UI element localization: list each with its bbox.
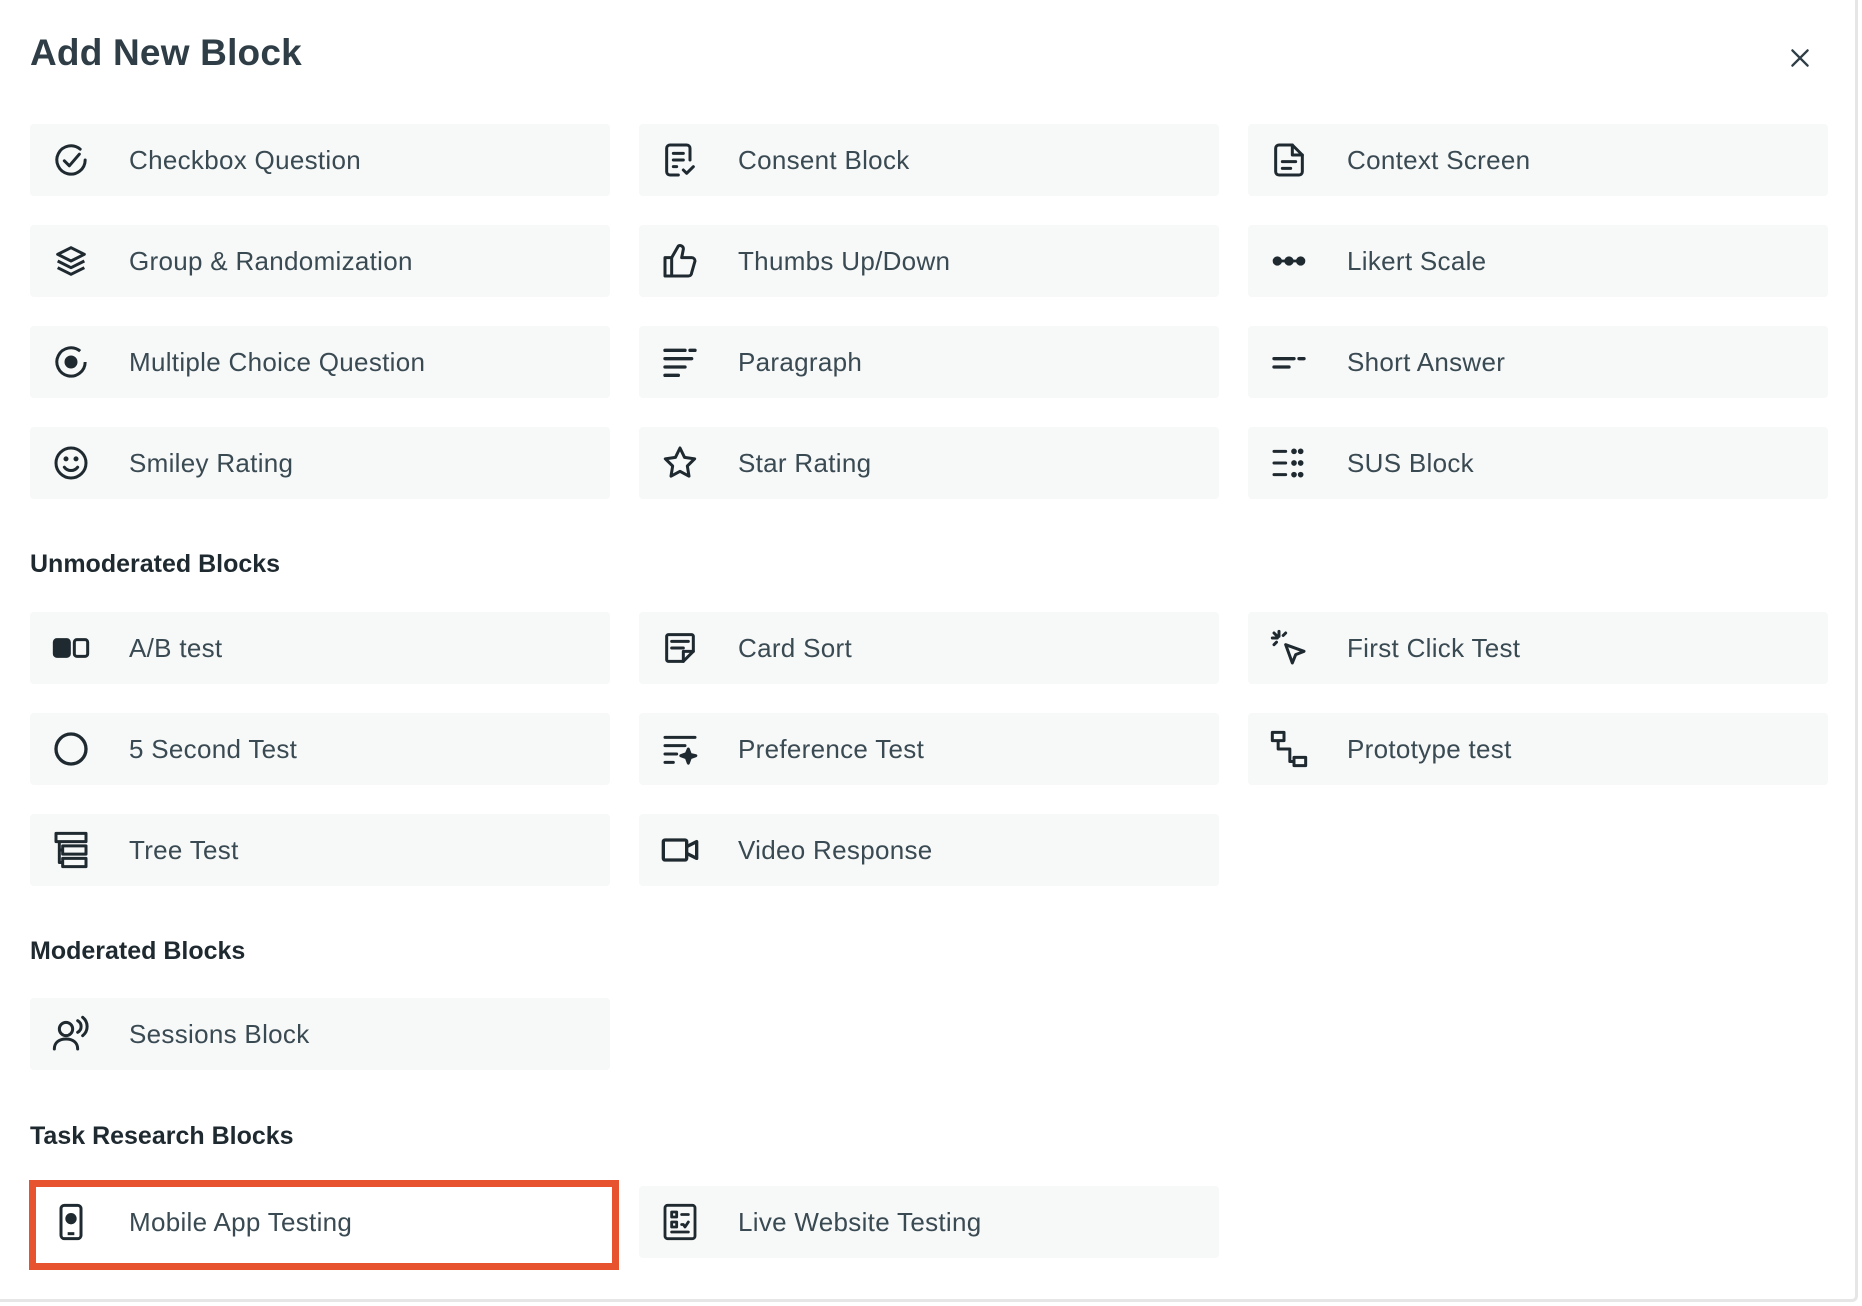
add-block-modal: Add New Block Checkbox Question Consent … <box>0 0 1858 1302</box>
block-label: Multiple Choice Question <box>129 346 426 377</box>
section-title-unmoderated: Unmoderated Blocks <box>30 550 281 578</box>
block-label: Thumbs Up/Down <box>738 245 951 276</box>
block-sus[interactable]: SUS Block <box>1248 427 1828 499</box>
block-label: Tree Test <box>129 834 239 865</box>
layers-icon <box>50 240 92 282</box>
block-label: 5 Second Test <box>129 733 298 764</box>
block-5-second-test[interactable]: 5 Second Test <box>30 713 610 785</box>
block-likert-scale[interactable]: Likert Scale <box>1248 225 1828 297</box>
block-label: Paragraph <box>738 346 863 377</box>
close-button[interactable] <box>1780 38 1820 78</box>
block-prototype-test[interactable]: Prototype test <box>1248 713 1828 785</box>
unmoderated-blocks-grid: A/B test Card Sort First Click Test 5 Se… <box>30 612 1828 886</box>
block-label: Preference Test <box>738 733 925 764</box>
block-label: Group & Randomization <box>129 245 413 276</box>
block-star-rating[interactable]: Star Rating <box>639 427 1219 499</box>
block-video-response[interactable]: Video Response <box>639 814 1219 886</box>
block-label: Sessions Block <box>129 1018 310 1049</box>
block-tree-test[interactable]: Tree Test <box>30 814 610 886</box>
short-answer-icon <box>1268 341 1310 383</box>
block-mobile-app-testing[interactable]: Mobile App Testing <box>30 1186 610 1258</box>
video-icon <box>659 829 701 871</box>
dots-line-icon <box>1268 240 1310 282</box>
check-circle-icon <box>50 139 92 181</box>
block-label: Likert Scale <box>1347 245 1487 276</box>
block-consent[interactable]: Consent Block <box>639 124 1219 196</box>
preference-icon <box>659 728 701 770</box>
block-label: Live Website Testing <box>738 1206 982 1237</box>
thumbs-up-icon <box>659 240 701 282</box>
checklist-icon <box>659 1201 701 1243</box>
block-label: Star Rating <box>738 447 872 478</box>
block-first-click[interactable]: First Click Test <box>1248 612 1828 684</box>
paragraph-icon <box>659 341 701 383</box>
block-context-screen[interactable]: Context Screen <box>1248 124 1828 196</box>
block-label: Smiley Rating <box>129 447 294 478</box>
block-multiple-choice[interactable]: Multiple Choice Question <box>30 326 610 398</box>
block-preference-test[interactable]: Preference Test <box>639 713 1219 785</box>
mobile-icon <box>50 1201 92 1243</box>
block-thumbs-up-down[interactable]: Thumbs Up/Down <box>639 225 1219 297</box>
block-sessions[interactable]: Sessions Block <box>30 998 610 1070</box>
task-research-blocks-grid: Mobile App Testing Live Website Testing <box>30 1186 1828 1258</box>
block-label: Mobile App Testing <box>129 1206 353 1237</box>
block-label: A/B test <box>129 632 223 663</box>
block-paragraph[interactable]: Paragraph <box>639 326 1219 398</box>
star-icon <box>659 442 701 484</box>
block-label: Checkbox Question <box>129 144 362 175</box>
flow-icon <box>1268 728 1310 770</box>
tree-icon <box>50 829 92 871</box>
user-voice-icon <box>50 1013 92 1055</box>
block-label: Prototype test <box>1347 733 1512 764</box>
cursor-click-icon <box>1268 627 1310 669</box>
document-check-icon <box>659 139 701 181</box>
block-short-answer[interactable]: Short Answer <box>1248 326 1828 398</box>
block-group-randomization[interactable]: Group & Randomization <box>30 225 610 297</box>
block-label: SUS Block <box>1347 447 1474 478</box>
general-blocks-grid: Checkbox Question Consent Block Context … <box>30 124 1828 499</box>
block-ab-test[interactable]: A/B test <box>30 612 610 684</box>
block-card-sort[interactable]: Card Sort <box>639 612 1219 684</box>
close-icon <box>1791 49 1809 67</box>
block-label: Video Response <box>738 834 933 865</box>
ab-test-icon <box>50 627 92 669</box>
block-label: First Click Test <box>1347 632 1521 663</box>
moderated-blocks-grid: Sessions Block <box>30 998 1828 1070</box>
block-label: Context Screen <box>1347 144 1531 175</box>
smiley-icon <box>50 442 92 484</box>
modal-title: Add New Block <box>30 32 302 73</box>
block-label: Short Answer <box>1347 346 1506 377</box>
card-sort-icon <box>659 627 701 669</box>
block-label: Consent Block <box>738 144 910 175</box>
list-dots-icon <box>1268 442 1310 484</box>
file-text-icon <box>1268 139 1310 181</box>
section-title-task-research: Task Research Blocks <box>30 1122 294 1150</box>
block-smiley-rating[interactable]: Smiley Rating <box>30 427 610 499</box>
radio-icon <box>50 341 92 383</box>
circle-icon <box>50 728 92 770</box>
section-title-moderated: Moderated Blocks <box>30 937 246 965</box>
block-label: Card Sort <box>738 632 852 663</box>
block-checkbox-question[interactable]: Checkbox Question <box>30 124 610 196</box>
block-live-website-testing[interactable]: Live Website Testing <box>639 1186 1219 1258</box>
